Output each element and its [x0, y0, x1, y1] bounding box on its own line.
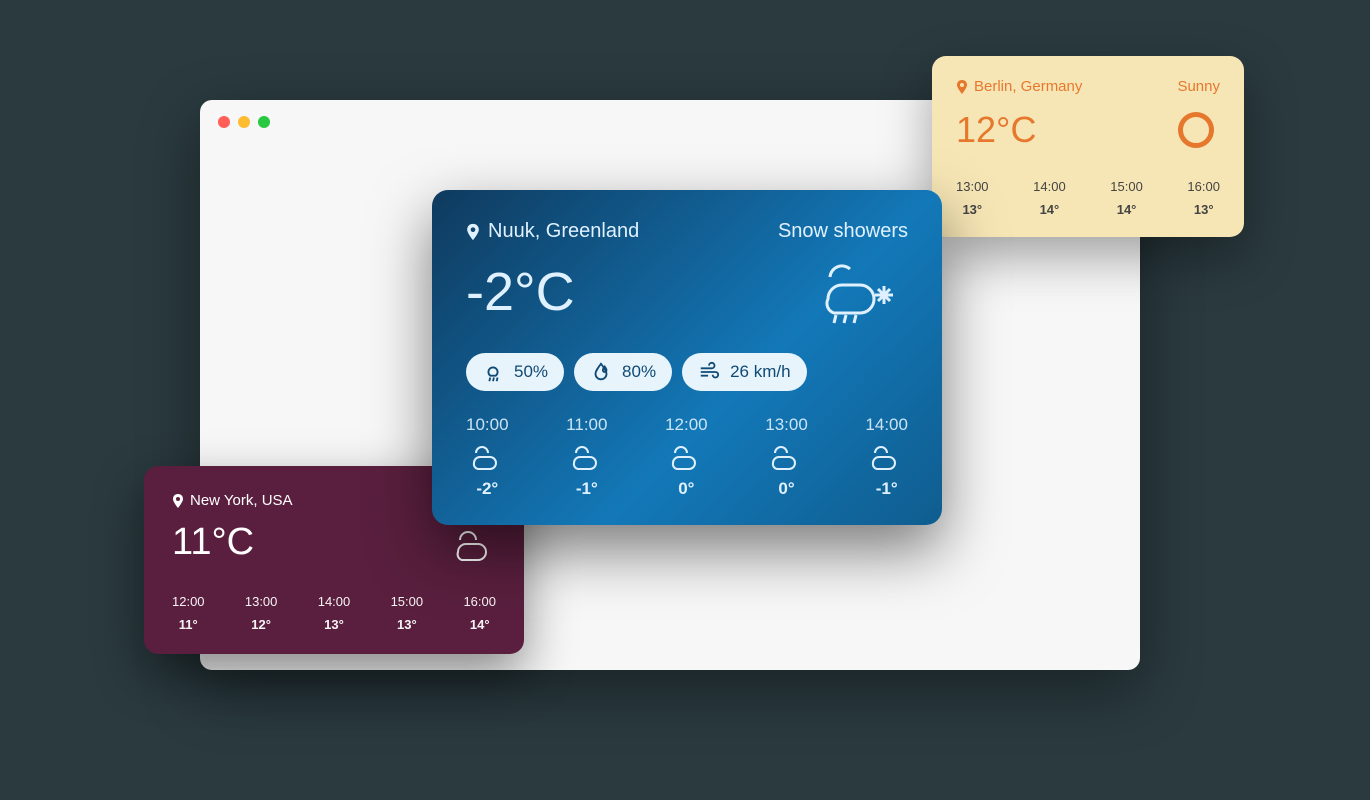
forecast-time: 14:00 [865, 415, 908, 435]
forecast-item: 10:00 -2° [466, 415, 509, 499]
cloudy-icon [566, 443, 602, 471]
forecast-temp: 11° [172, 617, 205, 632]
forecast-time: 10:00 [466, 415, 509, 435]
stats-row: 50% 80% 26 km/h [466, 353, 908, 391]
maximize-icon[interactable] [258, 116, 270, 128]
forecast-temp: 14° [463, 617, 496, 632]
forecast-item: 15:00 13° [391, 594, 424, 632]
humidity-value: 80% [622, 362, 656, 382]
precipitation-pill: 50% [466, 353, 564, 391]
snow-showers-icon [808, 257, 908, 327]
forecast-item: 16:00 14° [463, 594, 496, 632]
close-icon[interactable] [218, 116, 230, 128]
location-pin-icon [172, 494, 184, 508]
forecast-time: 13:00 [765, 415, 808, 435]
forecast-temp: 14° [1033, 202, 1066, 217]
minimize-icon[interactable] [238, 116, 250, 128]
forecast-time: 12:00 [665, 415, 708, 435]
forecast-temp: 14° [1110, 202, 1143, 217]
forecast-time: 15:00 [391, 594, 424, 609]
condition-label: Sunny [1177, 78, 1220, 95]
cloudy-icon [446, 524, 496, 562]
forecast-time: 16:00 [463, 594, 496, 609]
forecast-item: 14:00 -1° [865, 415, 908, 499]
forecast-item: 12:00 0° [665, 415, 708, 499]
location-pin-icon [956, 80, 968, 94]
forecast-temp: 13° [1187, 202, 1220, 217]
wind-value: 26 km/h [730, 362, 790, 382]
forecast-temp: 13° [391, 617, 424, 632]
wind-pill: 26 km/h [682, 353, 806, 391]
forecast-item: 11:00 -1° [566, 415, 607, 499]
location-label: Berlin, Germany [974, 78, 1082, 95]
current-temperature: -2°C [466, 261, 575, 323]
weather-card-nuuk[interactable]: Nuuk, Greenland Snow showers -2°C 50% 80… [432, 190, 942, 525]
forecast-temp: 12° [245, 617, 278, 632]
sunny-icon [1178, 112, 1214, 148]
forecast-time: 16:00 [1187, 179, 1220, 194]
forecast-row: 10:00 -2° 11:00 -1° 12:00 0° 13:00 0° 14… [466, 415, 908, 499]
forecast-temp: 13° [956, 202, 989, 217]
location-label: Nuuk, Greenland [488, 220, 639, 243]
condition-label: Snow showers [778, 220, 908, 243]
precipitation-value: 50% [514, 362, 548, 382]
forecast-time: 12:00 [172, 594, 205, 609]
forecast-time: 14:00 [318, 594, 351, 609]
forecast-temp: -2° [466, 479, 509, 499]
forecast-temp: 0° [765, 479, 808, 499]
cloudy-icon [466, 443, 502, 471]
forecast-item: 13:00 13° [956, 179, 989, 217]
current-temperature: 12°C [956, 109, 1036, 151]
forecast-item: 12:00 11° [172, 594, 205, 632]
humidity-icon [590, 361, 612, 383]
forecast-row: 13:00 13° 14:00 14° 15:00 14° 16:00 13° [956, 179, 1220, 217]
current-temperature: 11°C [172, 521, 254, 564]
forecast-item: 14:00 13° [318, 594, 351, 632]
forecast-time: 13:00 [245, 594, 278, 609]
location-pin-icon [466, 223, 480, 241]
location-label: New York, USA [190, 492, 293, 509]
weather-card-berlin[interactable]: Berlin, Germany Sunny 12°C 13:00 13° 14:0… [932, 56, 1244, 237]
forecast-row: 12:00 11° 13:00 12° 14:00 13° 15:00 13° 16:0… [172, 594, 496, 632]
forecast-temp: 13° [318, 617, 351, 632]
forecast-temp: -1° [865, 479, 908, 499]
forecast-time: 14:00 [1033, 179, 1066, 194]
forecast-item: 13:00 0° [765, 415, 808, 499]
forecast-time: 13:00 [956, 179, 989, 194]
cloudy-icon [665, 443, 701, 471]
forecast-item: 16:00 13° [1187, 179, 1220, 217]
forecast-time: 15:00 [1110, 179, 1143, 194]
forecast-time: 11:00 [566, 415, 607, 435]
forecast-item: 15:00 14° [1110, 179, 1143, 217]
humidity-pill: 80% [574, 353, 672, 391]
cloudy-icon [865, 443, 901, 471]
cloudy-icon [765, 443, 801, 471]
forecast-temp: 0° [665, 479, 708, 499]
forecast-temp: -1° [566, 479, 607, 499]
wind-icon [698, 361, 720, 383]
forecast-item: 14:00 14° [1033, 179, 1066, 217]
forecast-item: 13:00 12° [245, 594, 278, 632]
precipitation-icon [482, 361, 504, 383]
